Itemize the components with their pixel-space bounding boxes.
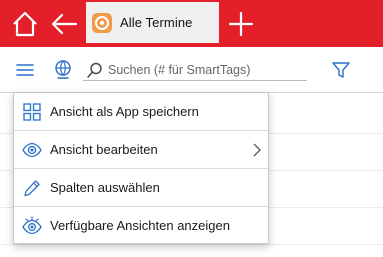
filter-button[interactable] — [328, 57, 354, 83]
grid-icon — [22, 102, 42, 122]
tab-label: Alle Termine — [120, 15, 193, 30]
home-button[interactable] — [4, 0, 46, 47]
tab-alle-termine[interactable]: Alle Termine — [86, 2, 219, 43]
eye-icon — [22, 140, 42, 160]
menu-item-label: Ansicht bearbeiten — [50, 142, 158, 157]
pencil-icon — [22, 178, 42, 198]
menu-item-label: Ansicht als App speichern — [50, 104, 199, 119]
search-icon — [87, 62, 102, 78]
globe-icon — [55, 60, 71, 79]
filter-icon — [332, 62, 350, 78]
eye-gear-icon — [22, 215, 42, 236]
menu-item-label: Verfügbare Ansichten anzeigen — [50, 218, 230, 233]
home-icon — [13, 11, 37, 36]
calendar-app-icon — [92, 12, 112, 33]
list-divider — [0, 244, 383, 245]
menu-item-select-columns[interactable]: Spalten auswählen — [14, 169, 268, 206]
arrow-left-icon — [51, 13, 78, 34]
view-menu: Ansicht als App speichern Ansicht bearbe… — [13, 92, 269, 244]
views-button[interactable] — [50, 56, 76, 82]
back-button[interactable] — [43, 0, 85, 47]
menu-item-label: Spalten auswählen — [50, 180, 160, 195]
menu-item-save-as-app[interactable]: Ansicht als App speichern — [14, 93, 268, 130]
top-bar: Alle Termine — [0, 0, 383, 47]
menu-item-edit-view[interactable]: Ansicht bearbeiten — [14, 131, 268, 168]
plus-icon — [228, 11, 254, 36]
menu-button[interactable] — [12, 57, 38, 83]
search-input[interactable] — [108, 59, 303, 80]
search-box[interactable] — [83, 59, 307, 81]
add-tab-button[interactable] — [222, 0, 260, 47]
toolbar — [0, 47, 383, 93]
hamburger-icon — [16, 64, 34, 76]
menu-item-show-views[interactable]: Verfügbare Ansichten anzeigen — [14, 207, 268, 244]
chevron-right-icon — [253, 143, 261, 157]
app-window: Alle Termine Suchen (# für SmartTags) An… — [0, 0, 383, 257]
